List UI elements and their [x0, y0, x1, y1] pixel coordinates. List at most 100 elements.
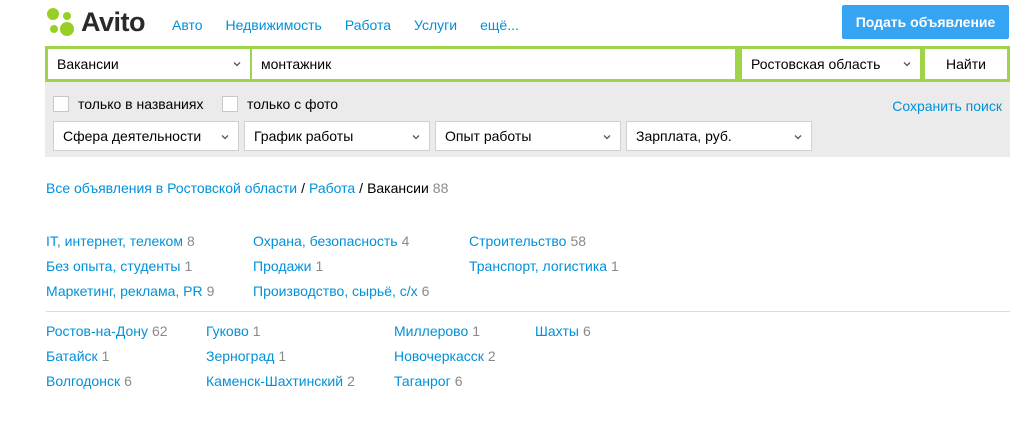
breadcrumb-work[interactable]: Работа — [309, 180, 355, 196]
category-item: IT, интернет, телеком 8 — [46, 229, 214, 254]
category-count: 6 — [421, 283, 430, 299]
category-count: 1 — [315, 258, 324, 274]
search-input[interactable]: монтажник — [252, 49, 735, 79]
city-item: Новочеркасск 2 — [394, 344, 496, 369]
filters-panel: только в названиях только с фото Сохрани… — [45, 82, 1010, 157]
city-column: Гуково 1 Зерноград 1 Каменск-Шахтинский 2 — [206, 319, 355, 394]
city-item: Ростов-на-Дону 62 — [46, 319, 168, 344]
category-column: Строительство 58 Транспорт, логистика 1 — [469, 229, 619, 279]
city-link[interactable]: Новочеркасск — [394, 348, 484, 364]
category-link[interactable]: IT, интернет, телеком — [46, 233, 183, 249]
nav-services[interactable]: Услуги — [414, 17, 457, 33]
select-value: График работы — [254, 128, 354, 144]
city-count: 2 — [487, 348, 496, 364]
find-button[interactable]: Найти — [925, 49, 1007, 79]
search-input-value: монтажник — [261, 56, 332, 72]
city-item: Зерноград 1 — [206, 344, 355, 369]
chevron-down-icon — [603, 135, 611, 140]
city-count: 6 — [124, 373, 132, 389]
category-link[interactable]: Транспорт, логистика — [469, 258, 607, 274]
city-item: Каменск-Шахтинский 2 — [206, 369, 355, 394]
breadcrumb-separator: / — [359, 180, 364, 196]
city-link[interactable]: Ростов-на-Дону — [46, 323, 148, 339]
city-item: Таганрог 6 — [394, 369, 496, 394]
city-count: 62 — [152, 323, 168, 339]
category-select-value: Вакансии — [57, 56, 119, 72]
nav-jobs[interactable]: Работа — [345, 17, 391, 33]
checkbox-label: только в названиях — [78, 96, 204, 112]
section-divider — [46, 311, 1010, 312]
select-value: Зарплата, руб. — [636, 128, 732, 144]
chevron-down-icon — [412, 135, 420, 140]
city-item: Батайск 1 — [46, 344, 168, 369]
city-link[interactable]: Гуково — [206, 323, 249, 339]
category-column: Охрана, безопасность 4 Продажи 1 Производс… — [253, 229, 429, 304]
city-column: Миллерово 1 Новочеркасск 2 Таганрог 6 — [394, 319, 496, 394]
city-column: Шахты 6 — [535, 319, 591, 344]
nav-auto[interactable]: Авто — [172, 17, 203, 33]
category-link[interactable]: Строительство — [469, 233, 566, 249]
category-item: Охрана, безопасность 4 — [253, 229, 429, 254]
category-count: 1 — [611, 258, 619, 274]
post-ad-button[interactable]: Подать объявление — [842, 5, 1009, 39]
with-photo-checkbox[interactable]: только с фото — [222, 96, 338, 112]
city-link[interactable]: Таганрог — [394, 373, 451, 389]
chevron-down-icon — [233, 62, 241, 67]
category-select[interactable]: Вакансии — [48, 49, 250, 79]
city-count: 2 — [347, 373, 355, 389]
sphere-select[interactable]: Сфера деятельности — [53, 121, 239, 151]
category-count: 58 — [570, 233, 587, 249]
category-link[interactable]: Охрана, безопасность — [253, 233, 398, 249]
select-value: Опыт работы — [445, 128, 532, 144]
breadcrumb: Все объявления в Ростовской области / Рабо… — [46, 180, 448, 196]
city-count: 1 — [101, 348, 110, 364]
category-count: 9 — [206, 283, 215, 299]
city-link[interactable]: Батайск — [46, 348, 98, 364]
category-link[interactable]: Продажи — [253, 258, 311, 274]
city-count: 6 — [454, 373, 463, 389]
nav-more[interactable]: ещё... — [480, 17, 519, 33]
category-link[interactable]: Без опыта, студенты — [46, 258, 181, 274]
chevron-down-icon — [794, 135, 802, 140]
header: Avito Авто Недвижимость Работа Услуги ещ… — [0, 0, 1022, 46]
category-count: 8 — [186, 233, 195, 249]
category-count: 1 — [184, 258, 193, 274]
avito-logo[interactable]: Avito — [46, 6, 146, 38]
region-select[interactable]: Ростовская область — [742, 49, 920, 79]
checkbox-box[interactable] — [222, 96, 238, 112]
experience-select[interactable]: Опыт работы — [435, 121, 621, 151]
city-link[interactable]: Каменск-Шахтинский — [206, 373, 343, 389]
city-count: 1 — [278, 348, 287, 364]
avito-logo-icon — [47, 8, 74, 36]
category-item: Маркетинг, реклама, PR 9 — [46, 279, 214, 304]
salary-select[interactable]: Зарплата, руб. — [626, 121, 812, 151]
city-link[interactable]: Волгодонск — [46, 373, 120, 389]
city-link[interactable]: Зерноград — [206, 348, 274, 364]
nav-realty[interactable]: Недвижимость — [226, 17, 322, 33]
breadcrumb-separator: / — [301, 180, 305, 196]
titles-only-checkbox[interactable]: только в названиях — [53, 96, 203, 112]
city-link[interactable]: Шахты — [535, 323, 579, 339]
city-link[interactable]: Миллерово — [394, 323, 468, 339]
category-item: Строительство 58 — [469, 229, 619, 254]
category-column: IT, интернет, телеком 8 Без опыта, студен… — [46, 229, 214, 304]
breadcrumb-all[interactable]: Все объявления в Ростовской области — [46, 180, 297, 196]
schedule-select[interactable]: График работы — [244, 121, 430, 151]
checkbox-label: только с фото — [247, 96, 339, 112]
breadcrumb-count: 88 — [432, 180, 449, 196]
city-item: Шахты 6 — [535, 319, 591, 344]
top-nav: Авто Недвижимость Работа Услуги ещё... — [172, 17, 542, 33]
city-item: Гуково 1 — [206, 319, 355, 344]
category-item: Транспорт, логистика 1 — [469, 254, 619, 279]
checkbox-box[interactable] — [53, 96, 69, 112]
city-item: Миллерово 1 — [394, 319, 496, 344]
city-count: 1 — [252, 323, 261, 339]
category-link[interactable]: Производство, сырьё, с/х — [253, 283, 418, 299]
city-count: 6 — [582, 323, 591, 339]
select-value: Сфера деятельности — [63, 128, 202, 144]
category-link[interactable]: Маркетинг, реклама, PR — [46, 283, 203, 299]
chevron-down-icon — [221, 135, 229, 140]
search-bar: Вакансии монтажник Ростовская область На… — [45, 46, 1010, 82]
category-item: Без опыта, студенты 1 — [46, 254, 214, 279]
save-search-link[interactable]: Сохранить поиск — [892, 98, 1002, 114]
